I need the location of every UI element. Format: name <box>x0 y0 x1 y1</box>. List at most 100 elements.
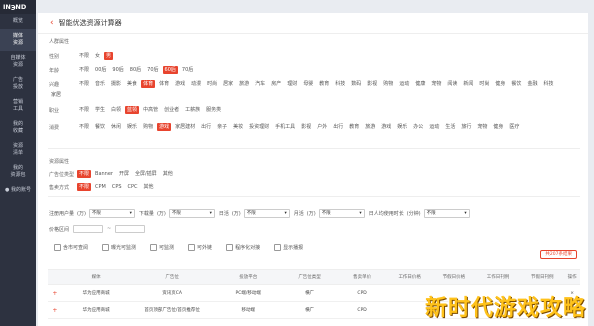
filter-option[interactable]: 时尚 <box>477 80 491 88</box>
checkbox-item[interactable]: 含市可查阅 <box>54 244 88 251</box>
filter-option[interactable]: 游戏 <box>379 123 393 131</box>
filter-option[interactable]: 科技 <box>541 80 555 88</box>
filter-option[interactable]: 健康 <box>413 80 427 88</box>
filter-option[interactable]: CPC <box>126 183 140 191</box>
filter-option[interactable]: 投资理财 <box>247 123 271 131</box>
sidebar-item[interactable]: 概览 <box>0 14 36 29</box>
filter-option[interactable]: 影视 <box>299 123 313 131</box>
filter-option[interactable]: 体育 <box>141 80 156 88</box>
filter-option[interactable]: 房产 <box>269 80 283 88</box>
filter-option[interactable]: 70后 <box>145 66 160 74</box>
filter-select[interactable]: 不限 ▾ <box>243 209 290 218</box>
filter-option[interactable]: 时尚 <box>205 80 219 88</box>
checkbox-item[interactable]: 可监测 <box>150 244 174 251</box>
checkbox-item[interactable]: 显示播报 <box>274 244 303 251</box>
filter-option[interactable]: 学生 <box>93 106 107 114</box>
sidebar-item[interactable]: 自媒体 资源 <box>0 51 36 73</box>
back-arrow-icon[interactable]: ‹ <box>50 18 54 28</box>
filter-option[interactable]: 80后 <box>128 66 143 74</box>
filter-option[interactable]: 90后 <box>110 66 125 74</box>
filter-option[interactable]: 办公 <box>411 123 425 131</box>
filter-option[interactable]: 中高管 <box>141 106 160 114</box>
filter-option[interactable]: 家居建材 <box>173 123 197 131</box>
filter-option[interactable]: 游戏 <box>157 123 172 131</box>
filter-option[interactable]: 白领 <box>109 106 123 114</box>
filter-option[interactable]: CPS <box>110 183 124 191</box>
filter-option[interactable]: 美食 <box>125 80 139 88</box>
sidebar-item[interactable]: 我的 收藏 <box>0 117 36 139</box>
filter-option[interactable]: 数码 <box>349 80 363 88</box>
sidebar-item[interactable]: 我的 资源包 <box>0 161 36 183</box>
filter-option[interactable]: 出行 <box>199 123 213 131</box>
filter-option[interactable]: 影视 <box>365 80 379 88</box>
filter-option[interactable]: 金融 <box>525 80 539 88</box>
filter-option[interactable]: 70后 <box>180 66 195 74</box>
result-count-button[interactable]: 共207条结果 <box>540 250 577 259</box>
checkbox-item[interactable]: 可外链 <box>188 244 212 251</box>
filter-option[interactable]: 工薪族 <box>183 106 202 114</box>
filter-select[interactable]: 不限 ▾ <box>318 209 365 218</box>
checkbox-icon[interactable] <box>150 244 158 251</box>
filter-option[interactable]: 其他 <box>161 170 175 178</box>
filter-option[interactable]: 出行 <box>331 123 345 131</box>
checkbox-icon[interactable] <box>188 244 196 251</box>
filter-option[interactable]: 宠物 <box>429 80 443 88</box>
filter-option[interactable]: 阅读 <box>445 80 459 88</box>
price-to-input[interactable] <box>115 225 146 233</box>
filter-option[interactable]: 00后 <box>93 66 108 74</box>
filter-option[interactable]: CPM <box>93 183 108 191</box>
filter-option[interactable]: 服务类 <box>204 106 223 114</box>
filter-option[interactable]: 理财 <box>285 80 299 88</box>
checkbox-item[interactable]: 程序化对接 <box>226 244 260 251</box>
filter-option[interactable]: 开屏 <box>117 170 131 178</box>
filter-option[interactable]: 蓝领 <box>125 106 140 114</box>
filter-option[interactable]: 宠物 <box>475 123 489 131</box>
sidebar-item[interactable]: 媒体 资源 <box>0 29 36 51</box>
filter-option[interactable]: 旅游 <box>237 80 251 88</box>
filter-option[interactable]: 体育 <box>157 80 171 88</box>
filter-option[interactable]: 餐饮 <box>509 80 523 88</box>
filter-option[interactable]: 教育 <box>347 123 361 131</box>
filter-option[interactable]: 健身 <box>493 80 507 88</box>
filter-option[interactable]: 运动 <box>427 123 441 131</box>
filter-option[interactable]: 医疗 <box>507 123 521 131</box>
filter-option[interactable]: 娱乐 <box>125 123 139 131</box>
filter-option[interactable]: 新闻 <box>461 80 475 88</box>
filter-option[interactable]: 不限 <box>77 170 92 178</box>
expand-icon[interactable]: + <box>48 290 62 297</box>
sidebar-item[interactable]: 广告 投放 <box>0 73 36 95</box>
filter-option[interactable]: 旅行 <box>459 123 473 131</box>
sidebar-item[interactable]: 营销 工具 <box>0 95 36 117</box>
expand-icon[interactable]: + <box>48 307 62 314</box>
filter-option[interactable]: 购物 <box>381 80 395 88</box>
filter-option[interactable]: 手机工具 <box>273 123 297 131</box>
filter-option[interactable]: 汽车 <box>253 80 267 88</box>
filter-option[interactable]: 运动 <box>397 80 411 88</box>
filter-option[interactable]: 家居 <box>49 91 63 99</box>
filter-option[interactable]: 创业者 <box>162 106 181 114</box>
filter-select[interactable]: 不限 ▾ <box>88 209 135 218</box>
checkbox-icon[interactable] <box>274 244 282 251</box>
filter-option[interactable]: 游戏 <box>173 80 187 88</box>
filter-option[interactable]: 购物 <box>141 123 155 131</box>
filter-option[interactable]: 其他 <box>142 183 156 191</box>
filter-option[interactable]: 娱乐 <box>395 123 409 131</box>
filter-option[interactable]: 音乐 <box>93 80 107 88</box>
filter-option[interactable]: 科技 <box>333 80 347 88</box>
price-from-input[interactable] <box>73 225 104 233</box>
filter-option[interactable]: 不限 <box>77 183 92 191</box>
filter-option[interactable]: 不限 <box>77 80 91 88</box>
filter-option[interactable]: 不限 <box>77 52 91 60</box>
checkbox-icon[interactable] <box>226 244 234 251</box>
filter-option[interactable]: Banner <box>93 170 115 178</box>
filter-option[interactable]: 全屏/插屏 <box>133 170 159 178</box>
filter-option[interactable]: 亲子 <box>215 123 229 131</box>
filter-option[interactable]: 健身 <box>491 123 505 131</box>
filter-option[interactable]: 60后 <box>162 66 178 74</box>
filter-select[interactable]: 不限 ▾ <box>423 209 470 218</box>
filter-option[interactable]: 教育 <box>317 80 331 88</box>
filter-option[interactable]: 旅游 <box>363 123 377 131</box>
checkbox-item[interactable]: 曝光可监测 <box>102 244 136 251</box>
filter-option[interactable]: 户外 <box>315 123 329 131</box>
sidebar-item[interactable]: 资源 清单 <box>0 139 36 161</box>
